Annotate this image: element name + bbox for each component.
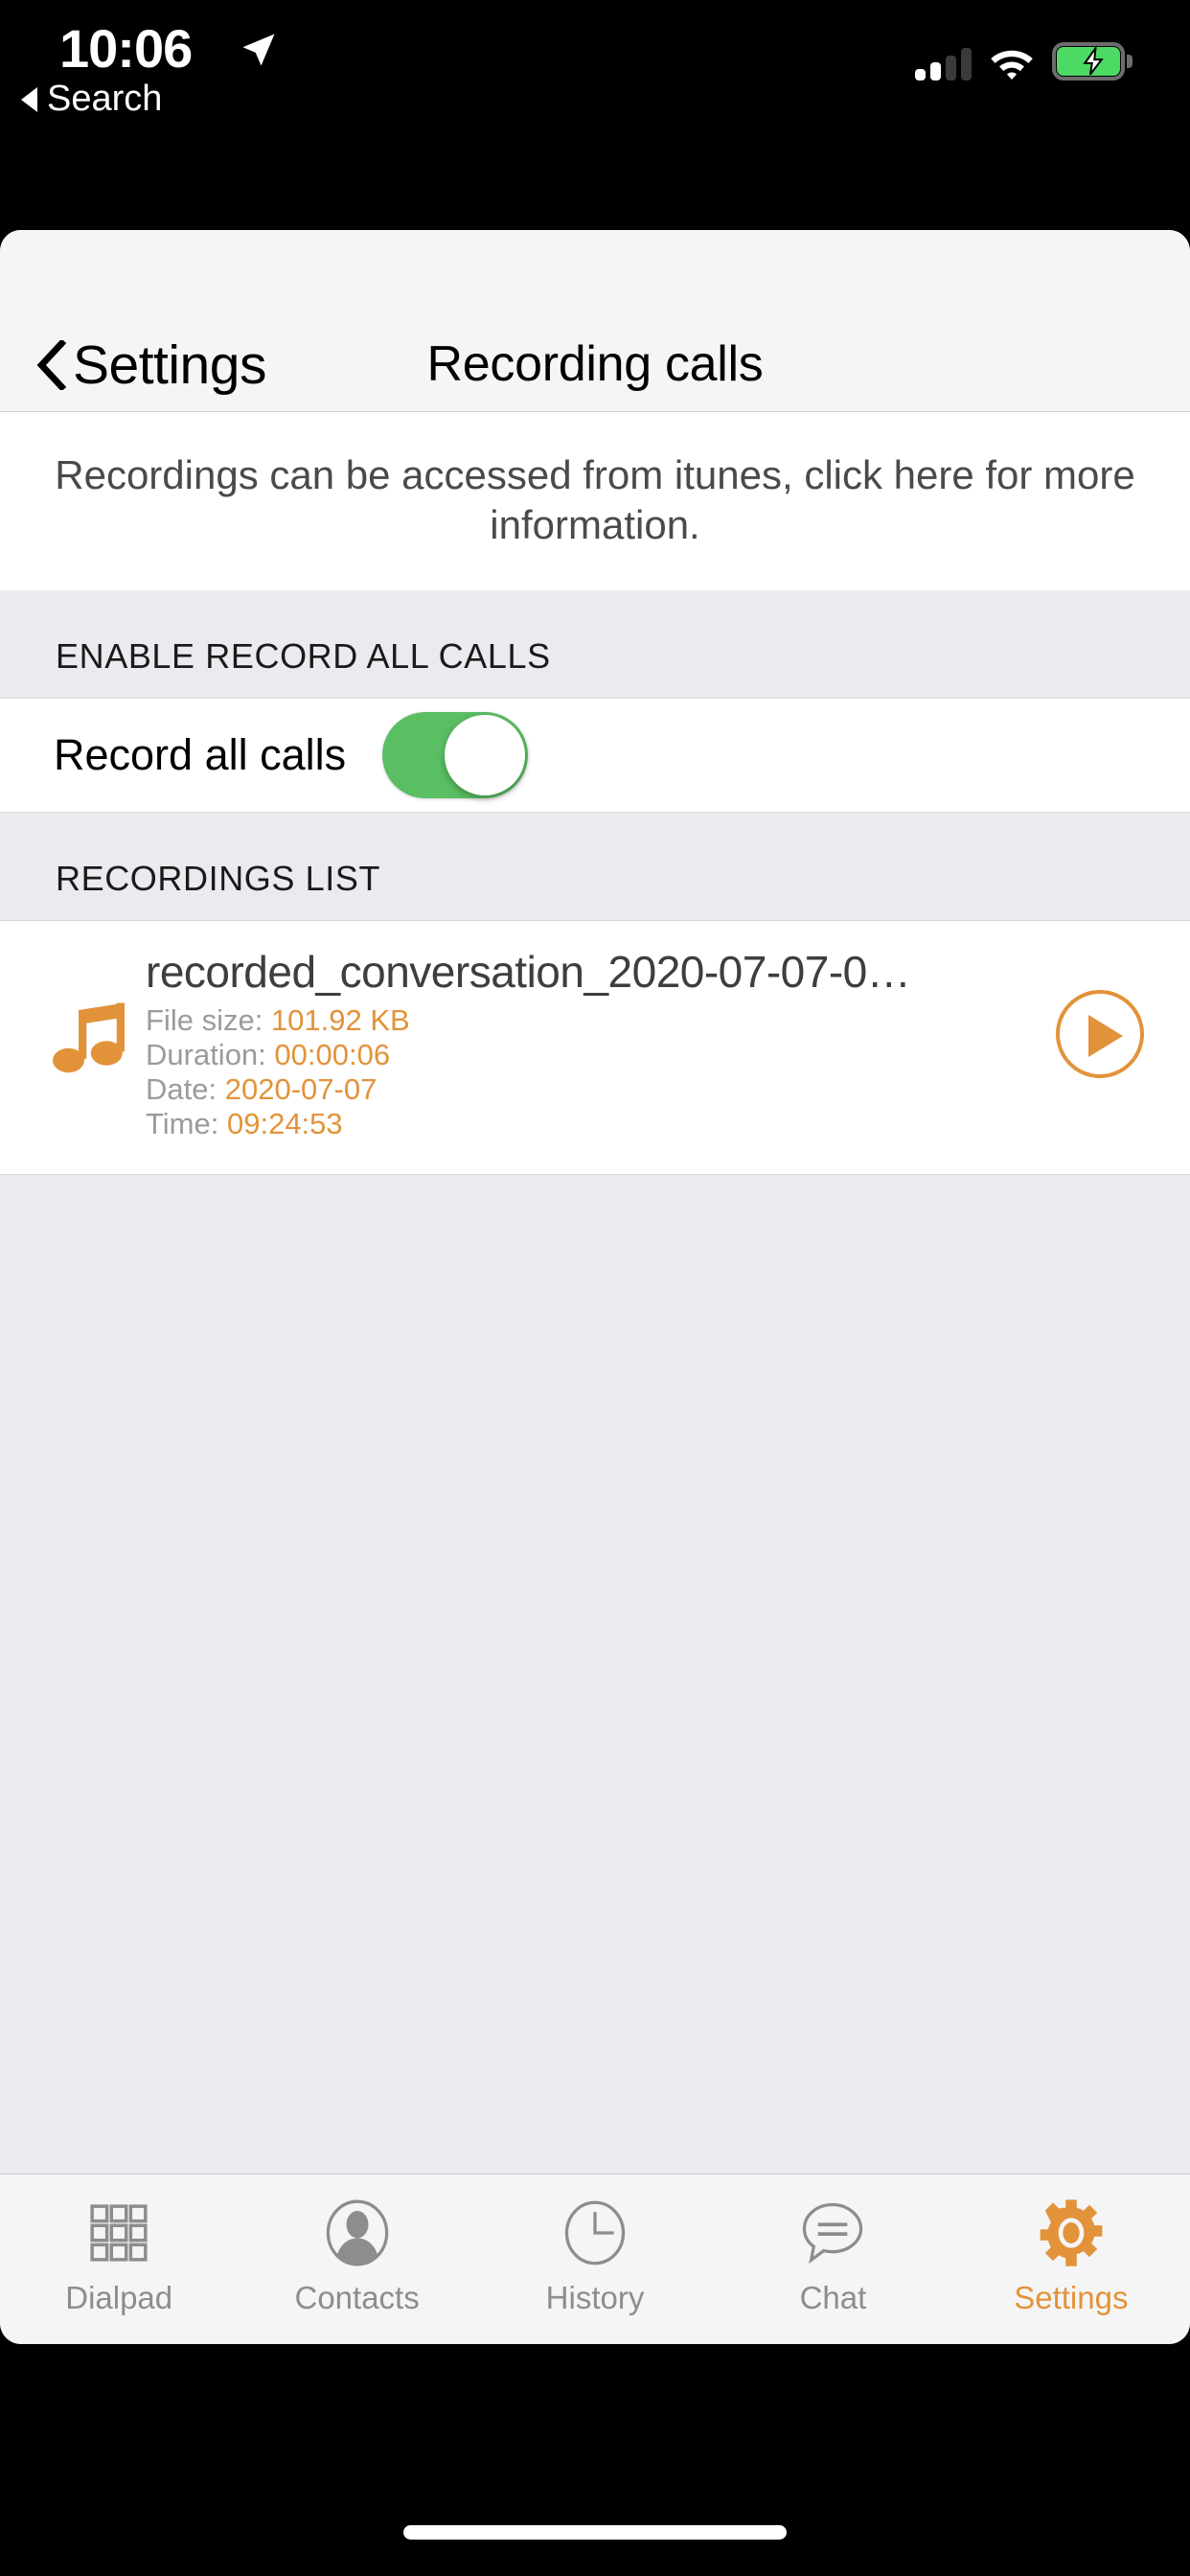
toggle-knob bbox=[445, 715, 526, 795]
tab-contacts[interactable]: Contacts bbox=[238, 2192, 475, 2316]
tab-history-label: History bbox=[545, 2280, 645, 2315]
clock-icon bbox=[554, 2192, 636, 2274]
play-button[interactable] bbox=[1056, 990, 1144, 1078]
section-header-recordings: RECORDINGS LIST bbox=[0, 813, 1190, 920]
status-bar-back-to-search[interactable]: Search bbox=[21, 79, 162, 120]
date-value: 2020-07-07 bbox=[224, 1072, 378, 1106]
tab-chat-label: Chat bbox=[799, 2280, 867, 2315]
record-all-calls-toggle[interactable] bbox=[382, 712, 529, 798]
description-text[interactable]: Recordings can be accessed from itunes, … bbox=[0, 412, 1190, 590]
wifi-icon bbox=[991, 50, 1033, 80]
duration-label: Duration: bbox=[146, 1038, 266, 1071]
record-all-calls-row-container: Record all calls bbox=[0, 698, 1190, 813]
recording-filesize: File size: 101.92 KB bbox=[146, 1003, 1056, 1038]
recording-duration: Duration: 00:00:06 bbox=[146, 1038, 1056, 1072]
app-container: Settings Recording calls Recordings can … bbox=[0, 230, 1190, 2344]
chat-bubble-icon bbox=[791, 2192, 874, 2274]
recording-time: Time: 09:24:53 bbox=[146, 1107, 1056, 1141]
phone-screen: 10:06 Search Settings Recording calls Re… bbox=[0, 0, 1190, 2576]
tab-chat[interactable]: Chat bbox=[714, 2192, 951, 2316]
dialpad-icon bbox=[78, 2192, 160, 2274]
navigation-bar: Settings Recording calls bbox=[0, 230, 1190, 412]
tab-history[interactable]: History bbox=[476, 2192, 714, 2316]
time-value: 09:24:53 bbox=[226, 1107, 343, 1140]
battery-charging-icon bbox=[1052, 42, 1133, 80]
status-bar-indicators bbox=[915, 36, 1133, 80]
tab-dialpad[interactable]: Dialpad bbox=[0, 2192, 238, 2316]
filesize-value: 101.92 KB bbox=[270, 1003, 410, 1037]
recording-date: Date: 2020-07-07 bbox=[146, 1072, 1056, 1107]
record-all-calls-row[interactable]: Record all calls bbox=[0, 699, 1190, 812]
time-label: Time: bbox=[146, 1107, 219, 1140]
record-all-calls-label: Record all calls bbox=[54, 730, 347, 779]
list-item[interactable]: recorded_conversation_2020-07-07-0… File… bbox=[0, 920, 1190, 1175]
play-icon bbox=[1088, 1015, 1123, 1057]
filesize-label: File size: bbox=[146, 1003, 263, 1037]
location-arrow-icon bbox=[242, 34, 275, 66]
recording-details: recorded_conversation_2020-07-07-0… File… bbox=[136, 946, 1056, 1141]
back-triangle-icon bbox=[21, 86, 37, 112]
contacts-icon bbox=[316, 2192, 399, 2274]
gear-icon bbox=[1030, 2192, 1112, 2274]
tab-contacts-label: Contacts bbox=[294, 2280, 420, 2315]
status-bar-back-label: Search bbox=[47, 79, 163, 119]
date-label: Date: bbox=[146, 1072, 217, 1106]
home-indicator[interactable] bbox=[403, 2525, 787, 2540]
status-bar-time: 10:06 bbox=[59, 18, 193, 79]
music-note-icon bbox=[53, 1002, 125, 1073]
tab-settings[interactable]: Settings bbox=[952, 2192, 1190, 2316]
tab-settings-label: Settings bbox=[1014, 2280, 1129, 2315]
tab-bar: Dialpad Contacts History Chat Settings bbox=[0, 2174, 1190, 2344]
duration-value: 00:00:06 bbox=[274, 1038, 391, 1071]
cellular-signal-icon bbox=[915, 46, 972, 80]
section-header-enable: ENABLE RECORD ALL CALLS bbox=[0, 590, 1190, 698]
status-bar: 10:06 Search bbox=[0, 0, 1190, 134]
recording-filename: recorded_conversation_2020-07-07-0… bbox=[146, 947, 911, 997]
page-title: Recording calls bbox=[426, 336, 764, 392]
tab-dialpad-label: Dialpad bbox=[65, 2280, 173, 2315]
